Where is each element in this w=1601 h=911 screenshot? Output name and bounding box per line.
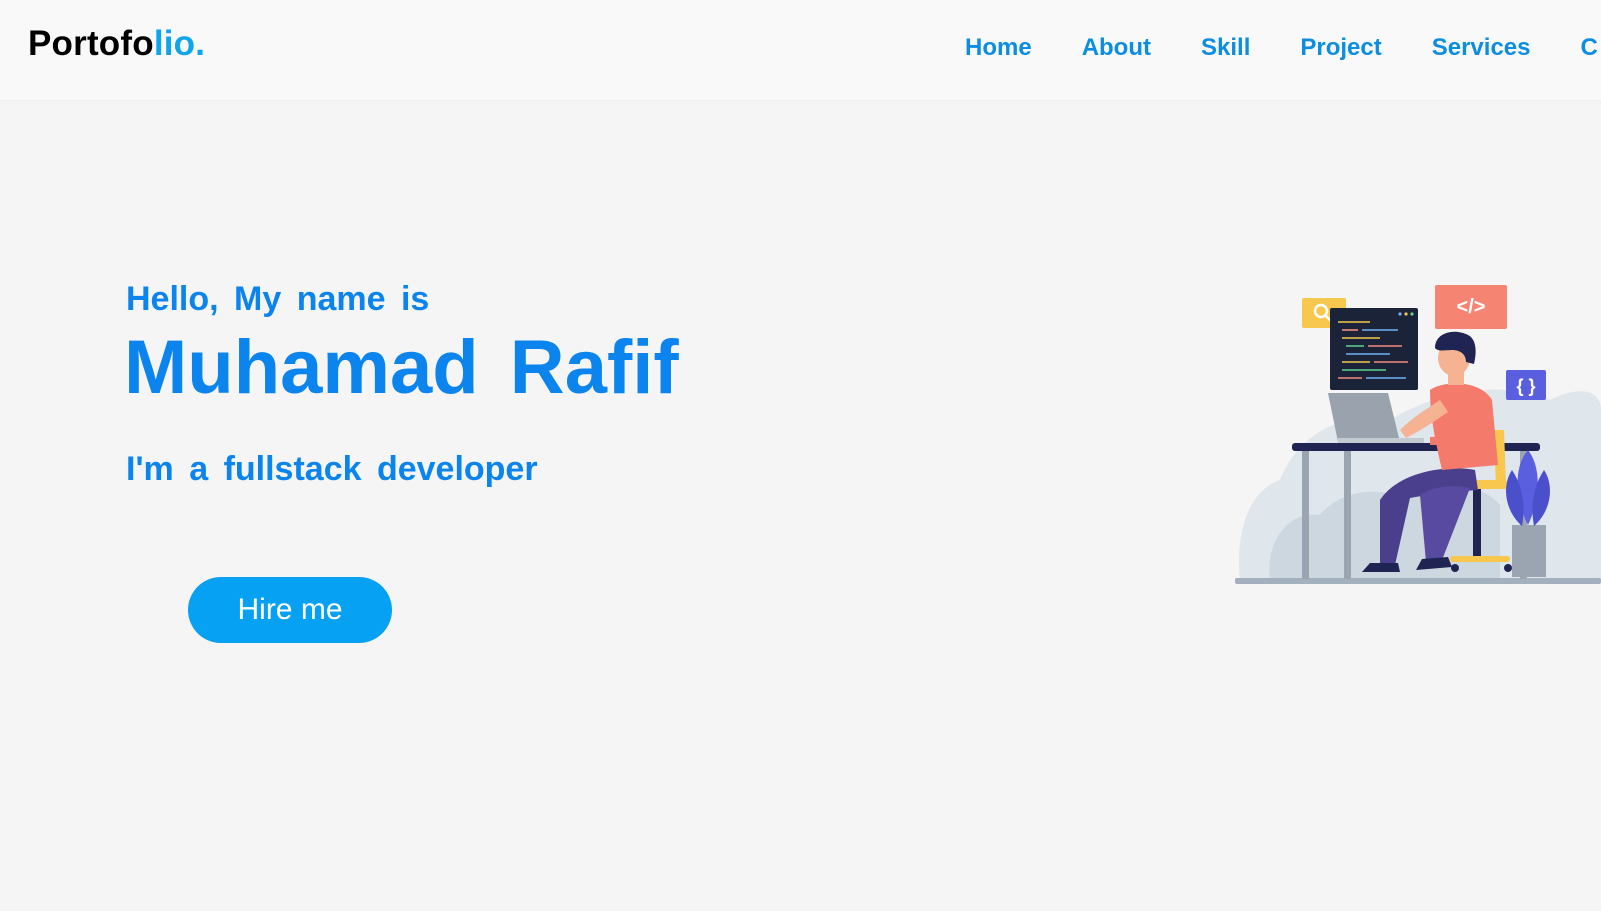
hire-me-button[interactable]: Hire me <box>188 577 392 643</box>
navbar: Portofolio. Home About Skill Project Ser… <box>0 0 1601 100</box>
logo-main-text: Portofo <box>28 24 154 63</box>
hero-name: Muhamad Rafif <box>124 325 679 410</box>
floor-line <box>1235 578 1601 584</box>
nav-link-project[interactable]: Project <box>1300 34 1381 62</box>
nav-link-contact[interactable]: C <box>1581 34 1598 62</box>
logo-accent-text: lio. <box>153 24 206 63</box>
nav-link-about[interactable]: About <box>1082 34 1151 62</box>
developer-illustration: </> { } <box>1235 285 1601 584</box>
site-logo[interactable]: Portofolio. <box>28 24 205 64</box>
nav-link-services[interactable]: Services <box>1432 34 1531 62</box>
nav-link-skill[interactable]: Skill <box>1201 34 1250 62</box>
nav-menu: Home About Skill Project Services C <box>965 34 1601 62</box>
nav-link-home[interactable]: Home <box>965 34 1032 62</box>
braces-icon: { } <box>1516 376 1535 396</box>
hero-greeting: Hello, My name is <box>126 280 430 318</box>
hero-role: I'm a fullstack developer <box>126 450 538 488</box>
code-tag-icon: </> <box>1457 296 1486 318</box>
